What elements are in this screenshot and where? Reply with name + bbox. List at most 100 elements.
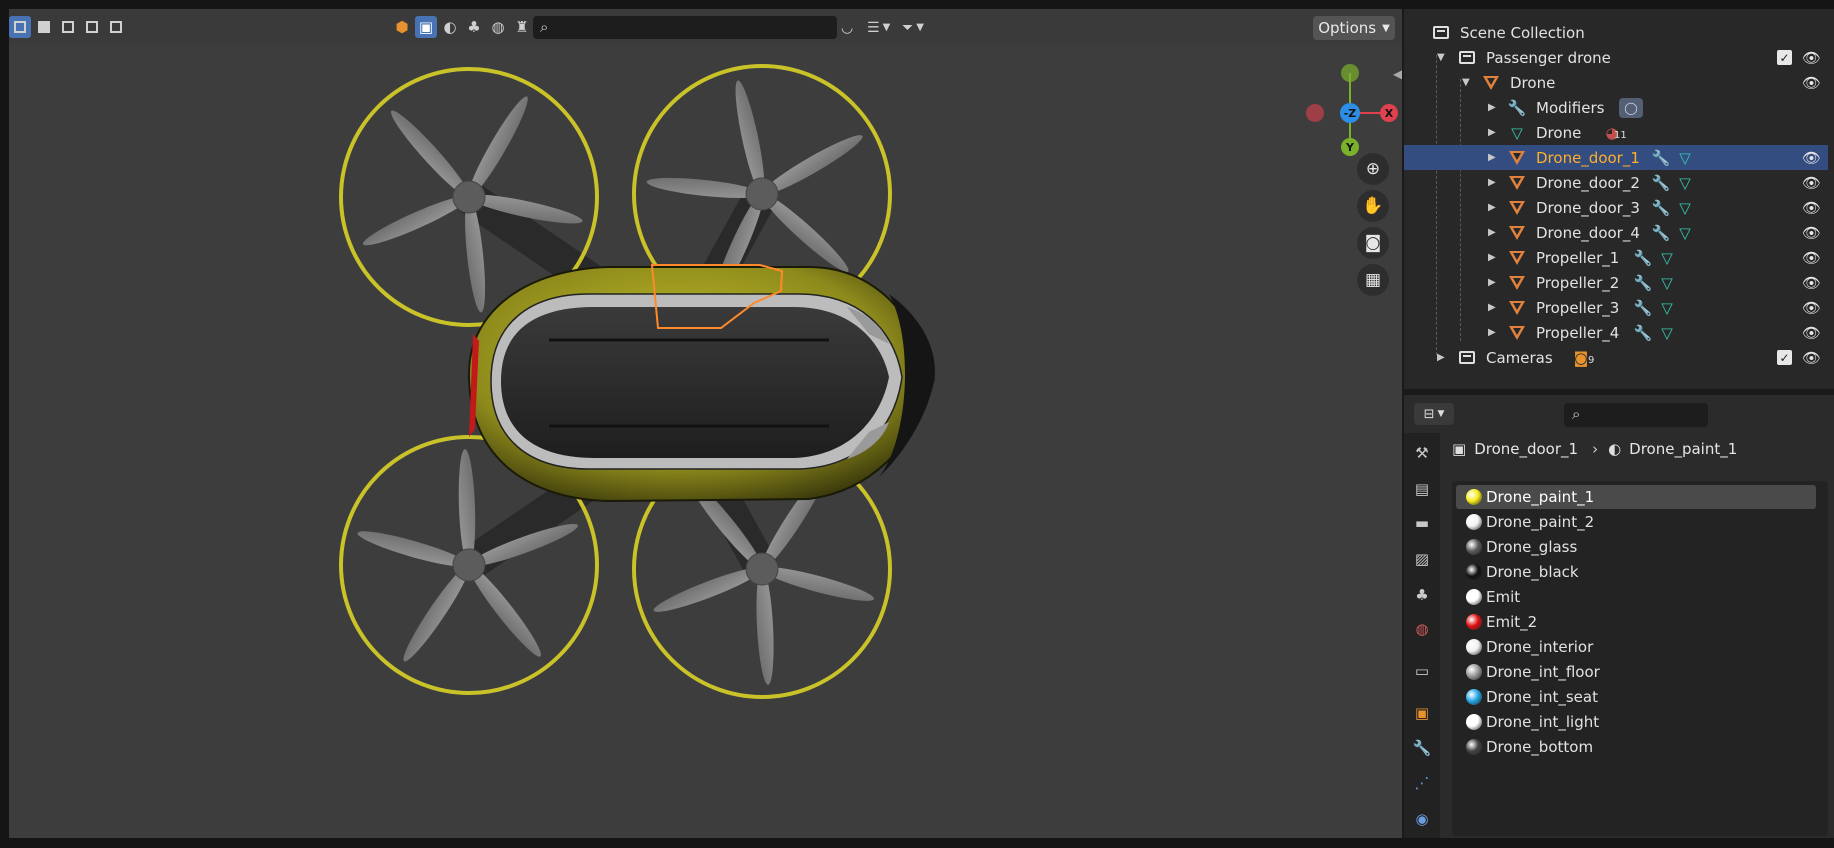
eye-icon[interactable]: 👁	[1802, 349, 1821, 367]
material-slot[interactable]: Emit	[1456, 585, 1816, 609]
expand-arrow-icon[interactable]: ▶	[1488, 327, 1496, 338]
viewport-search-input[interactable]: ⌕	[533, 16, 837, 39]
propeller-blade[interactable]	[646, 174, 763, 202]
eye-icon[interactable]: 👁	[1802, 49, 1821, 67]
material-slot[interactable]: Drone_int_seat	[1456, 685, 1816, 709]
material-slot[interactable]: Drone_paint_1	[1456, 485, 1816, 509]
drone-object-row[interactable]: ▼ Drone 👁	[1404, 70, 1828, 95]
output-tab[interactable]: ▬	[1412, 513, 1432, 533]
material-slot[interactable]: Emit_2	[1456, 610, 1816, 634]
eye-icon[interactable]: 👁	[1802, 74, 1821, 92]
material-slot[interactable]: Drone_int_light	[1456, 710, 1816, 734]
material-slot[interactable]: Drone_int_floor	[1456, 660, 1816, 684]
mesh-icon[interactable]: ▽	[1676, 174, 1694, 192]
eye-icon[interactable]: 👁	[1802, 149, 1821, 167]
filter-dropdown[interactable]: ⏷ ▼	[902, 16, 924, 39]
scene-collection-row[interactable]: Scene Collection	[1404, 20, 1828, 45]
mesh-icon[interactable]: ▽	[1676, 224, 1694, 242]
material-slot[interactable]: Drone_glass	[1456, 535, 1816, 559]
material-slot[interactable]: Drone_black	[1456, 560, 1816, 584]
object-row[interactable]: ▶ Propeller_2 🔧 ▽ 👁	[1404, 270, 1828, 295]
wrench-icon[interactable]: 🔧	[1652, 149, 1671, 167]
collection-row[interactable]: ▼ Passenger drone ✓ 👁	[1404, 45, 1828, 70]
propeller-blade[interactable]	[754, 568, 776, 686]
wrench-icon[interactable]: 🔧	[1634, 249, 1653, 267]
pan-button[interactable]: ✋	[1357, 190, 1389, 222]
material-slot[interactable]: Drone_interior	[1456, 635, 1816, 659]
axis-y-negative[interactable]	[1341, 64, 1359, 82]
mesh-icon[interactable]: ▽	[1676, 199, 1694, 217]
render-tab[interactable]: ▤	[1412, 479, 1432, 499]
expand-arrow-icon[interactable]: ▼	[1437, 52, 1445, 63]
drone-render[interactable]	[9, 9, 1402, 838]
wrench-icon[interactable]: 🔧	[1652, 199, 1671, 217]
expand-arrow-icon[interactable]: ▶	[1437, 352, 1445, 363]
sidebar-toggle-arrow[interactable]: ◀	[1393, 67, 1402, 81]
expand-arrow-icon[interactable]: ▶	[1488, 202, 1496, 213]
expand-arrow-icon[interactable]: ▶	[1488, 252, 1496, 263]
eye-icon[interactable]: 👁	[1802, 249, 1821, 267]
expand-arrow-icon[interactable]: ▶	[1488, 102, 1496, 113]
rotor-hub[interactable]	[745, 552, 779, 586]
wrench-icon[interactable]: 🔧	[1634, 274, 1653, 292]
material-slot[interactable]: Drone_bottom	[1456, 735, 1816, 759]
hierarchy-dropdown[interactable]: ☰ ▼	[867, 16, 890, 39]
eye-icon[interactable]: 👁	[1802, 324, 1821, 342]
ortho-toggle-button[interactable]: ▦	[1357, 264, 1389, 296]
world-filter-button[interactable]: ◍	[487, 16, 509, 38]
mesh-icon[interactable]: ▽	[1658, 249, 1676, 267]
expand-arrow-icon[interactable]: ▶	[1488, 277, 1496, 288]
navigation-gizmo[interactable]: -Z X Y	[1295, 57, 1402, 167]
eye-icon[interactable]: 👁	[1802, 274, 1821, 292]
texture-filter-button[interactable]: ♣	[463, 16, 485, 38]
options-dropdown[interactable]: Options ▼	[1313, 16, 1395, 40]
eye-icon[interactable]: 👁	[1802, 224, 1821, 242]
object-row[interactable]: ▶ Propeller_4 🔧 ▽ 👁	[1404, 320, 1828, 345]
material-filter-button[interactable]: ◐	[439, 16, 461, 38]
axis-x-negative[interactable]	[1306, 104, 1324, 122]
select-invert-button[interactable]	[81, 16, 103, 38]
select-subtract-button[interactable]	[57, 16, 79, 38]
mesh-data-row[interactable]: ▶ ▽ Drone ◕ 11	[1404, 120, 1828, 145]
object-row[interactable]: ▶ Drone_door_1 🔧 ▽ 👁	[1404, 145, 1828, 170]
expand-arrow-icon[interactable]: ▶	[1488, 152, 1496, 163]
mesh-filter-button[interactable]: ▣	[415, 16, 437, 38]
expand-arrow-icon[interactable]: ▶	[1488, 302, 1496, 313]
physics-tab[interactable]: ◉	[1412, 809, 1432, 829]
select-intersect-button[interactable]	[105, 16, 127, 38]
object-row[interactable]: ▶ Propeller_1 🔧 ▽ 👁	[1404, 245, 1828, 270]
wrench-icon[interactable]: 🔧	[1652, 224, 1671, 242]
object-tab[interactable]: ▣	[1412, 703, 1432, 723]
material-slot-list[interactable]: Drone_paint_1 Drone_paint_2 Drone_glass Dro…	[1452, 481, 1828, 836]
editor-type-dropdown[interactable]: ⊟ ▼	[1414, 403, 1454, 425]
modifier-type-icon[interactable]: ◯	[1619, 97, 1643, 118]
select-new-button[interactable]	[9, 16, 31, 38]
drone-cabin[interactable]	[467, 264, 936, 503]
rotor-hub[interactable]	[452, 548, 486, 582]
expand-arrow-icon[interactable]: ▼	[1462, 77, 1470, 88]
camera-view-button[interactable]: ◙	[1357, 227, 1389, 259]
wrench-icon[interactable]: 🔧	[1652, 174, 1671, 192]
eye-icon[interactable]: 👁	[1802, 299, 1821, 317]
tool-tab[interactable]: ⚒	[1412, 443, 1432, 463]
mesh-icon[interactable]: ▽	[1676, 149, 1694, 167]
cameras-collection-row[interactable]: ▶ Cameras ◙ 9 ✓ 👁	[1404, 345, 1828, 370]
scene-tab[interactable]: ♣	[1412, 585, 1432, 605]
material-slot[interactable]: Drone_paint_2	[1456, 510, 1816, 534]
modifiers-row[interactable]: ▶ 🔧 Modifiers ◯	[1404, 95, 1828, 120]
object-row[interactable]: ▶ Drone_door_3 🔧 ▽ 👁	[1404, 195, 1828, 220]
rotor-hub[interactable]	[452, 180, 486, 214]
expand-arrow-icon[interactable]: ▶	[1488, 127, 1496, 138]
zoom-button[interactable]: ⊕	[1357, 153, 1389, 185]
3d-viewport[interactable]: ⬢ ▣ ◐ ♣ ◍ ♜ ⌕ ◡ ☰ ▼ ⏷ ▼ Options ▼ -Z X Y…	[9, 9, 1402, 838]
object-row[interactable]: ▶ Drone_door_4 🔧 ▽ 👁	[1404, 220, 1828, 245]
modifier-tab[interactable]: 🔧	[1412, 738, 1432, 758]
exclude-checkbox[interactable]: ✓	[1777, 350, 1792, 365]
view-layer-tab[interactable]: ▨	[1412, 549, 1432, 569]
mesh-icon[interactable]: ▽	[1658, 299, 1676, 317]
expand-arrow-icon[interactable]: ▶	[1488, 227, 1496, 238]
mesh-icon[interactable]: ▽	[1658, 274, 1676, 292]
eye-icon[interactable]: 👁	[1802, 174, 1821, 192]
proportional-button[interactable]: ◡	[841, 16, 853, 39]
eye-icon[interactable]: 👁	[1802, 199, 1821, 217]
